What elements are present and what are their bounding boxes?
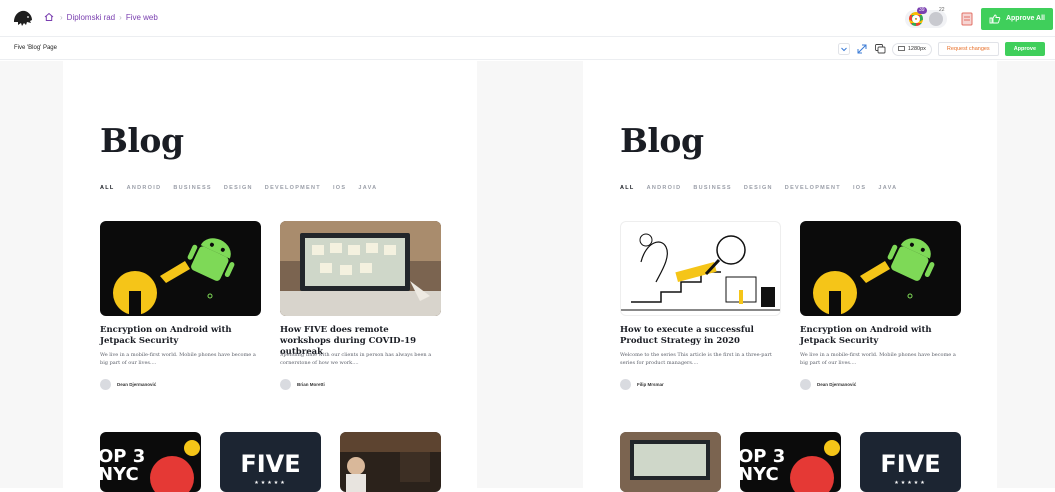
request-changes-button[interactable]: Request changes: [937, 42, 999, 56]
comments-icon[interactable]: [874, 43, 886, 55]
stars-icon: ★★★★★: [254, 480, 287, 486]
filter-all[interactable]: ALL: [620, 185, 635, 191]
card-image-android[interactable]: [800, 221, 961, 316]
chrome-icon: [908, 11, 923, 26]
card-image-five[interactable]: FIVE ★★★★★: [220, 432, 321, 492]
card-image-product-strategy[interactable]: [620, 221, 781, 316]
filter-java[interactable]: JAVA: [878, 185, 897, 191]
android-illustration-icon: [813, 238, 935, 316]
android-illustration-icon: [113, 238, 235, 316]
card-image-person[interactable]: [340, 432, 441, 492]
card-image-workshop[interactable]: [620, 432, 721, 492]
avatar: [100, 379, 111, 390]
person-photo-icon: [340, 432, 441, 492]
filter-java[interactable]: JAVA: [358, 185, 377, 191]
approve-button[interactable]: Approve: [1004, 42, 1045, 56]
card-title[interactable]: Encryption on Android with Jetpack Secur…: [800, 325, 960, 347]
thumb-title: FIVE: [240, 450, 301, 478]
right-page-preview[interactable]: Blog ALL ANDROID BUSINESS DESIGN DEVELOP…: [583, 61, 997, 492]
left-page-preview[interactable]: Blog ALL ANDROID BUSINESS DESIGN DEVELOP…: [63, 61, 477, 492]
viewport-size-selector[interactable]: 1280px: [891, 42, 932, 56]
thumb-title: OP 3 NYC: [100, 446, 146, 485]
viewport-value: 1280px: [907, 46, 926, 52]
product-strategy-illustration-icon: [621, 233, 780, 311]
approve-all-button[interactable]: Approve All: [980, 7, 1053, 30]
avatar: [620, 379, 631, 390]
filter-business[interactable]: BUSINESS: [693, 185, 732, 191]
workshop-photo-icon: [280, 221, 441, 316]
filter-android[interactable]: ANDROID: [127, 185, 162, 191]
comparison-stage: Blog ALL ANDROID BUSINESS DESIGN DEVELOP…: [0, 61, 1055, 492]
top-bar: › Diplomski rad › Five web 39 22 Approve…: [0, 0, 1055, 37]
badge-count-2: 22: [938, 6, 945, 13]
filter-all[interactable]: ALL: [100, 185, 115, 191]
category-filters: ALL ANDROID BUSINESS DESIGN DEVELOPMENT …: [620, 185, 909, 191]
card-image-top3-nyc[interactable]: OP 3 NYC: [740, 432, 841, 492]
expand-icon[interactable]: [856, 43, 868, 55]
card-title[interactable]: Encryption on Android with Jetpack Secur…: [100, 325, 260, 347]
filter-development[interactable]: DEVELOPMENT: [785, 185, 841, 191]
card-image-android[interactable]: [100, 221, 261, 316]
card-excerpt: Spending time with our clients in person…: [280, 352, 432, 366]
filter-design[interactable]: DESIGN: [224, 185, 253, 191]
browser-selector[interactable]: 39 22: [904, 6, 947, 28]
filter-design[interactable]: DESIGN: [744, 185, 773, 191]
workshop-photo-icon: [620, 432, 721, 492]
filter-development[interactable]: DEVELOPMENT: [265, 185, 321, 191]
filter-ios[interactable]: IOS: [853, 185, 866, 191]
breadcrumb-page[interactable]: Five web: [126, 13, 158, 22]
card-excerpt: Welcome to the series This article is th…: [620, 352, 772, 366]
card-title[interactable]: How to execute a successful Product Stra…: [620, 325, 780, 347]
card-image-top3-nyc[interactable]: OP 3 NYC: [100, 432, 201, 492]
stars-icon: ★★★★★: [894, 480, 927, 486]
browser-icon: [928, 11, 943, 26]
author-name: Dean Djermanović: [117, 382, 157, 387]
blog-heading: Blog: [100, 121, 184, 160]
badge-count: 39: [916, 6, 927, 14]
author-name: Brian Moretti: [297, 382, 325, 387]
chevron-down-icon[interactable]: [837, 43, 850, 55]
card-image-workshop[interactable]: [280, 221, 441, 316]
avatar: [280, 379, 291, 390]
filter-ios[interactable]: IOS: [333, 185, 346, 191]
card-image-five[interactable]: FIVE ★★★★★: [860, 432, 961, 492]
filter-android[interactable]: ANDROID: [647, 185, 682, 191]
monitor-icon: [897, 46, 905, 51]
card-author: Filip Mrsmar: [620, 379, 664, 390]
thumbs-up-icon: [989, 14, 1001, 23]
blog-heading: Blog: [620, 121, 704, 160]
category-filters: ALL ANDROID BUSINESS DESIGN DEVELOPMENT …: [100, 185, 389, 191]
approve-all-label: Approve All: [1005, 15, 1045, 22]
hedgehog-logo-icon[interactable]: [12, 8, 34, 28]
avatar: [800, 379, 811, 390]
author-name: Dean Djermanović: [817, 382, 857, 387]
thumb-title: OP 3 NYC: [740, 446, 786, 485]
page-title: Five 'Blog' Page: [14, 45, 57, 51]
filter-business[interactable]: BUSINESS: [173, 185, 212, 191]
breadcrumb-project[interactable]: Diplomski rad: [67, 13, 115, 22]
page-toolbar: Five 'Blog' Page 1280px Request changes …: [0, 38, 1055, 60]
card-author: Dean Djermanović: [100, 379, 156, 390]
document-icon[interactable]: [961, 12, 973, 26]
thumb-title: FIVE: [880, 450, 941, 478]
card-excerpt: We live in a mobile-first world. Mobile …: [800, 352, 956, 366]
home-icon[interactable]: [44, 12, 54, 22]
breadcrumb: › Diplomski rad › Five web: [44, 12, 158, 22]
card-excerpt: We live in a mobile-first world. Mobile …: [100, 352, 256, 366]
card-author: Dean Djermanović: [800, 379, 856, 390]
card-author: Brian Moretti: [280, 379, 325, 390]
author-name: Filip Mrsmar: [637, 382, 664, 387]
